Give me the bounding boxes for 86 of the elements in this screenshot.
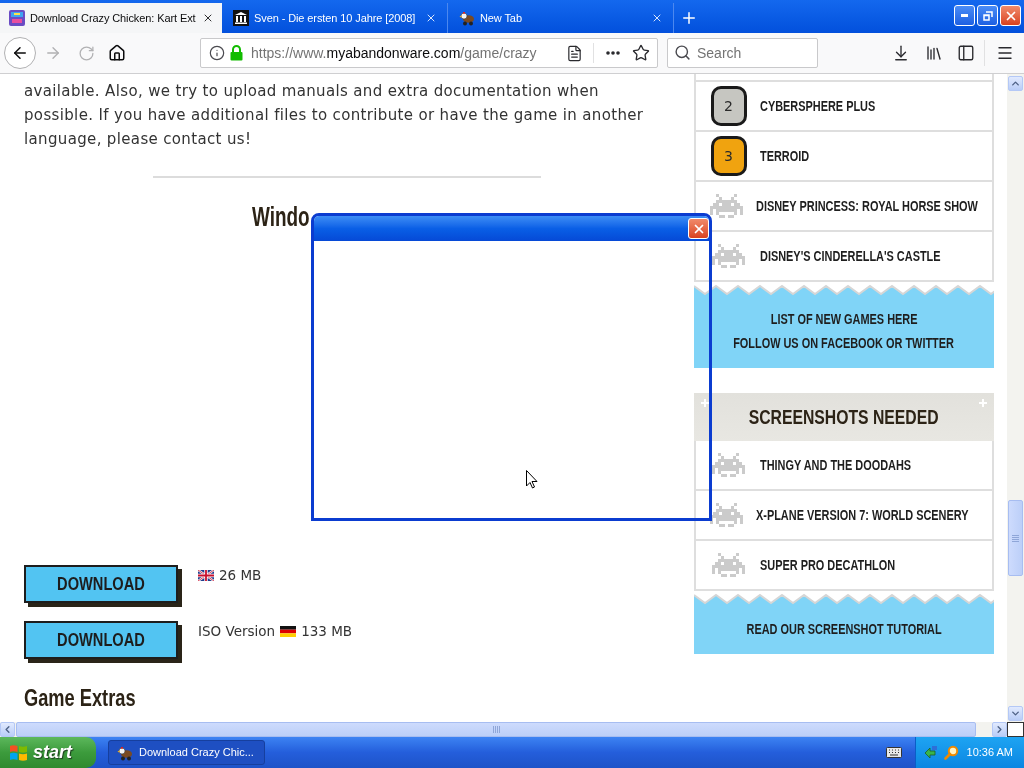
space-invader-icon [712,244,745,268]
document-icon [565,44,583,62]
reload-icon [77,44,95,62]
version-label: ISO Version [198,622,276,640]
banner-link[interactable]: LIST OF NEW GAMES HERE [770,307,918,331]
game-title: DISNEY'S CINDERELLA'S CASTLE [760,246,941,266]
close-icon [202,12,214,24]
scroll-down-button[interactable] [1008,706,1023,721]
building-columns-icon [233,10,249,26]
rank-badge: 3 [710,136,747,176]
arrow-right-icon [44,44,62,62]
game-list-item[interactable]: DISNEY PRINCESS: ROYAL HORSE SHOW [694,182,994,232]
clock: 10:36 AM [966,745,1013,761]
scrollbar-corner [1007,722,1024,737]
grip-icon [492,726,500,733]
arrow-icon [923,745,938,760]
game-list-item[interactable]: THINGY AND THE DOODAHS [694,441,994,491]
game-title: CYBERSPHERE PLUS [760,96,876,116]
close-dialog-button[interactable] [688,218,709,239]
section-heading: Game Extras [24,683,136,713]
sparkle-icon [979,399,987,407]
rank-badge: 2 [710,86,747,126]
close-icon [651,12,663,24]
banner-link[interactable]: FOLLOW US ON FACEBOOK OR TWITTER [733,331,955,355]
scroll-up-button[interactable] [1008,76,1023,91]
description-paragraph: available. Also, we try to upload manuals and extra documentation when possible. If you have additional files to contribute or have the game in another language, please contact us! [24,81,644,150]
menu-icon [996,44,1014,62]
sparkle-icon [701,399,709,407]
minimize-button[interactable] [954,5,975,26]
address-bar[interactable]: https://www.myabandonware.com/game/crazy [200,38,658,68]
uk-flag-icon [198,569,214,581]
scrollbar-thumb[interactable] [1008,500,1023,576]
sidebar-icon [957,44,975,62]
chevron-right-icon [994,724,1005,735]
lock-icon [230,45,243,61]
game-list-item[interactable]: 3 TERROID [694,132,994,182]
magnifier-icon [944,745,959,760]
scroll-left-button[interactable] [0,722,15,737]
game-list-item[interactable]: DISNEY'S CINDERELLA'S CASTLE [694,232,994,282]
restore-icon [982,10,993,21]
url-text: https://www.myabandonware.com/game/crazy [251,43,537,63]
download-icon [892,44,910,62]
game-list-item[interactable]: SUPER PRO DECATHLON [694,541,994,591]
minimize-icon [961,14,968,17]
grip-icon [1012,534,1019,542]
section-title: SCREENSHOTS NEEDED [749,404,939,431]
mouse-pointer-icon [526,470,538,489]
space-invader-icon [710,194,743,218]
game-list-item[interactable]: X-PLANE VERSION 7: WORLD SCENERY [694,491,994,541]
home-icon [108,44,126,62]
bird-icon [459,10,475,26]
chevron-down-icon [1010,708,1021,719]
file-size: 26 MB [219,566,262,584]
search-icon [674,44,691,61]
plus-icon [680,9,698,27]
bird-icon [117,744,133,761]
germany-flag-icon [280,625,297,637]
banner-link[interactable]: READ OUR SCREENSHOT TUTORIAL [746,617,942,641]
search-field[interactable]: Search [667,38,818,68]
scroll-right-button[interactable] [992,722,1007,737]
taskbar-button[interactable]: Download Crazy Chic... [108,740,265,765]
game-title: SUPER PRO DECATHLON [760,555,896,575]
library-icon [925,44,943,62]
star-icon [632,44,650,62]
space-invader-icon [712,553,745,577]
close-window-button[interactable] [1000,5,1021,26]
file-size: 133 MB [301,622,353,640]
start-button[interactable]: start [0,737,96,768]
back-button[interactable] [4,37,36,69]
game-title: TERROID [760,146,810,166]
info-icon [209,45,225,61]
chevron-up-icon [1010,78,1021,89]
game-list-item[interactable]: 2 CYBERSPHERE PLUS [694,82,994,132]
space-invader-icon [712,453,745,477]
browser-tab[interactable]: Download Crazy Chicken: Kart Ext [0,3,222,33]
section-heading: Windo [252,201,310,233]
ellipsis-icon [606,51,620,55]
game-title: DISNEY PRINCESS: ROYAL HORSE SHOW [756,196,978,216]
keyboard-icon [886,747,902,758]
windows-logo-icon [9,743,28,762]
game-title: X-PLANE VERSION 7: WORLD SCENERY [756,505,969,525]
close-icon [425,12,437,24]
game-cover-icon [9,10,25,26]
game-title: THINGY AND THE DOODAHS [760,455,912,475]
restore-button[interactable] [977,5,998,26]
space-invader-icon [710,503,743,527]
